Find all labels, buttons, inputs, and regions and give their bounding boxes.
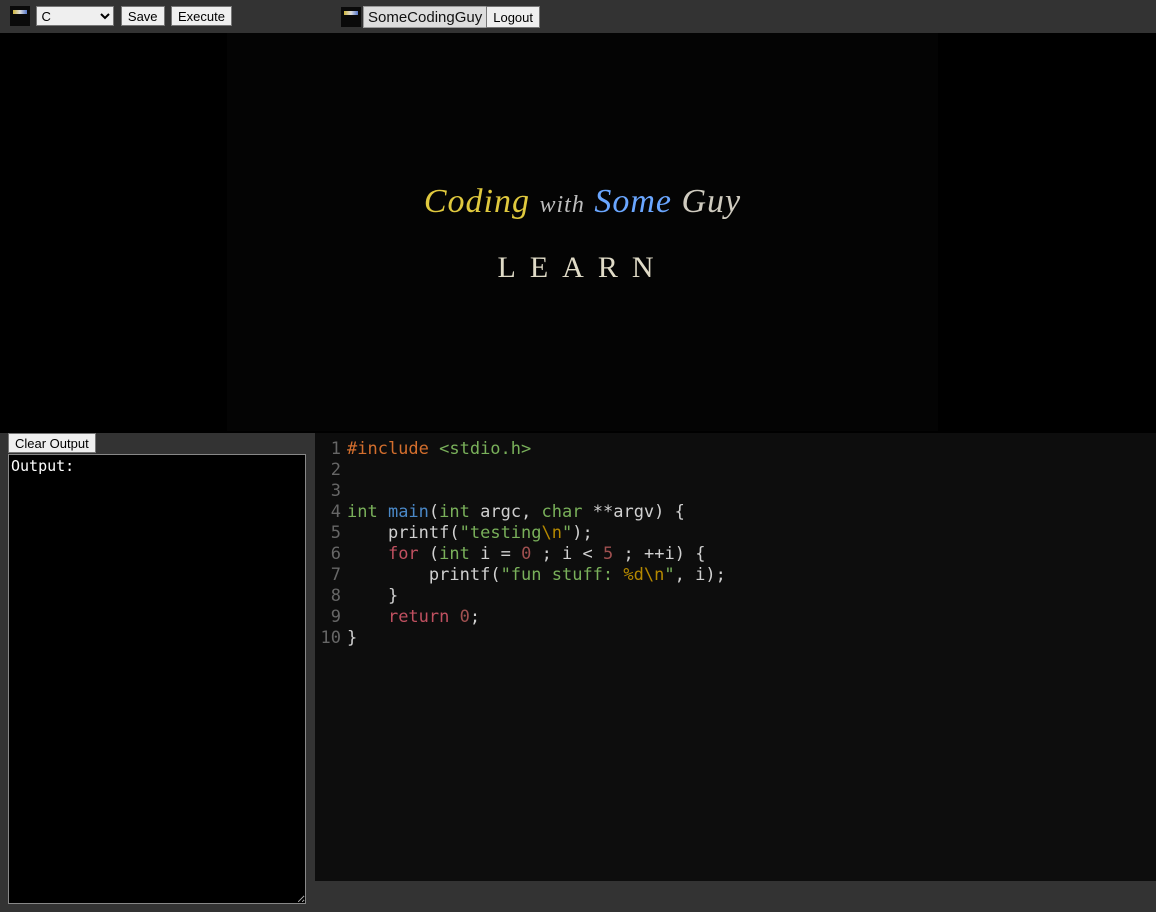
code-line: 5 printf("testing\n"); bbox=[315, 523, 1156, 544]
user-chunk: SomeCodingGuy Logout bbox=[341, 6, 540, 28]
execute-button[interactable]: Execute bbox=[171, 6, 232, 26]
save-button[interactable]: Save bbox=[121, 6, 165, 26]
code-line: 6 for (int i = 0 ; i < 5 ; ++i) { bbox=[315, 544, 1156, 565]
user-avatar-icon bbox=[341, 7, 361, 27]
banner-word-guy: Guy bbox=[681, 183, 741, 220]
code-editor[interactable]: 1#include <stdio.h> 2 3 4int main(int ar… bbox=[315, 433, 1156, 881]
banner-word-coding: Coding bbox=[424, 183, 530, 220]
banner-subtitle: LEARN bbox=[498, 251, 668, 285]
output-textarea[interactable] bbox=[8, 454, 306, 904]
language-select[interactable]: C bbox=[36, 6, 114, 26]
output-toolbar: Clear Output bbox=[8, 433, 308, 453]
banner-word-some: Some bbox=[594, 183, 672, 220]
banner-title: Coding with Some Guy bbox=[424, 183, 741, 221]
code-line: 2 bbox=[315, 460, 1156, 481]
code-line: 7 printf("fun stuff: %d\n", i); bbox=[315, 565, 1156, 586]
code-line: 4int main(int argc, char **argv) { bbox=[315, 502, 1156, 523]
code-line: 8 } bbox=[315, 586, 1156, 607]
toolbar: C Save Execute bbox=[0, 0, 1156, 33]
user-name-label: SomeCodingGuy bbox=[363, 6, 486, 28]
clear-output-button[interactable]: Clear Output bbox=[8, 433, 96, 453]
code-line: 3 bbox=[315, 481, 1156, 502]
code-line: 9 return 0; bbox=[315, 607, 1156, 628]
app-logo-icon bbox=[10, 6, 30, 26]
code-line: 10} bbox=[315, 628, 1156, 649]
code-line: 1#include <stdio.h> bbox=[315, 439, 1156, 460]
banner-frame: Coding with Some Guy LEARN bbox=[227, 33, 938, 431]
banner-word-with: with bbox=[539, 192, 584, 218]
logout-button[interactable]: Logout bbox=[486, 6, 540, 28]
